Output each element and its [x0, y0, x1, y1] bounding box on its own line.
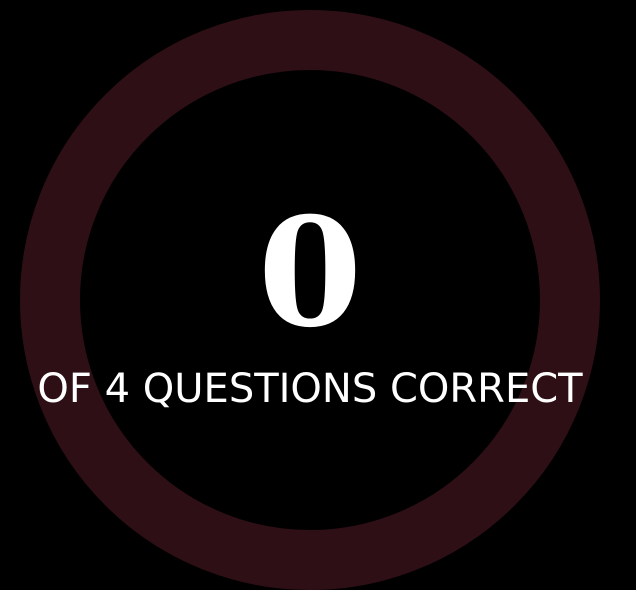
score-value: 0: [257, 185, 363, 361]
quiz-result-screen: 0 OF 4 QUESTIONS CORRECT: [0, 0, 636, 590]
score-caption: OF 4 QUESTIONS CORRECT: [37, 366, 583, 412]
